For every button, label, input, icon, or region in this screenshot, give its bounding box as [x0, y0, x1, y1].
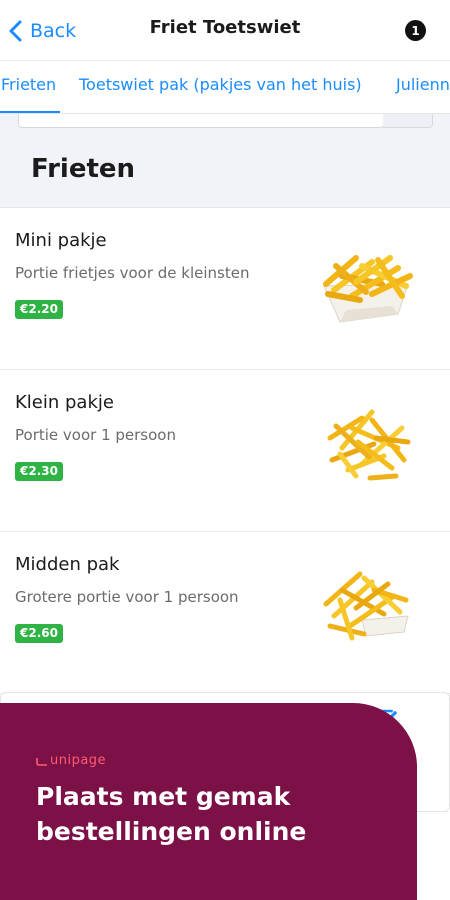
- product-description: Grotere portie voor 1 persoon: [15, 588, 239, 606]
- product-item[interactable]: Midden pak Grotere portie voor 1 persoon…: [0, 532, 450, 694]
- fries-image: [323, 571, 409, 641]
- price-badge: €2.30: [15, 462, 63, 481]
- search-button[interactable]: [383, 114, 433, 128]
- unipage-logo-mark-icon: [36, 757, 47, 766]
- fries-image: [323, 255, 413, 323]
- promo-brand: unipage: [50, 753, 107, 768]
- price-badge: €2.60: [15, 624, 63, 643]
- search-input[interactable]: [18, 114, 384, 128]
- price-badge: €2.20: [15, 300, 63, 319]
- cart-count-badge[interactable]: 1: [405, 20, 426, 41]
- product-description: Portie frietjes voor de kleinsten: [15, 264, 250, 282]
- promo-banner[interactable]: unipage Plaats met gemak bestellingen on…: [0, 703, 417, 900]
- product-name: Mini pakje: [15, 230, 107, 251]
- fries-image: [327, 409, 411, 481]
- page-title: Friet Toetswiet: [149, 17, 301, 38]
- product-item[interactable]: Mini pakje Portie frietjes voor de klein…: [0, 208, 450, 370]
- product-name: Klein pakje: [15, 392, 114, 413]
- tab-toetswiet-pak[interactable]: Toetswiet pak (pakjes van het huis): [79, 75, 362, 94]
- unipage-logo: unipage: [36, 753, 106, 768]
- tab-julienne[interactable]: Julienne: [396, 75, 450, 94]
- section-title: Frieten: [31, 154, 136, 184]
- tab-frieten[interactable]: Frieten: [1, 75, 56, 94]
- product-description: Portie voor 1 persoon: [15, 426, 176, 444]
- category-tabs: Frieten Toetswiet pak (pakjes van het hu…: [0, 60, 450, 114]
- category-section: Frieten: [0, 114, 450, 208]
- product-name: Midden pak: [15, 554, 120, 575]
- top-bar: Back Friet Toetswiet 1: [0, 0, 450, 60]
- promo-headline: Plaats met gemak bestellingen online: [36, 782, 307, 846]
- product-item[interactable]: Klein pakje Portie voor 1 persoon €2.30: [0, 370, 450, 532]
